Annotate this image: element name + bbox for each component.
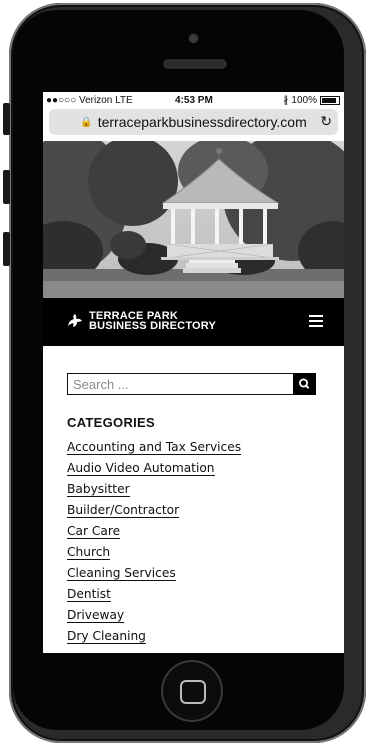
status-right: ∦ 100% bbox=[283, 95, 340, 106]
status-bar: ●●○○○ Verizon LTE 4:53 PM ∦ 100% bbox=[43, 92, 344, 109]
category-link[interactable]: Audio Video Automation bbox=[67, 461, 215, 476]
logo-line2: BUSINESS DIRECTORY bbox=[89, 320, 217, 332]
phone-volume-down bbox=[3, 232, 10, 266]
list-item: Audio Video Automation bbox=[67, 459, 241, 480]
hamburger-menu-icon[interactable] bbox=[309, 315, 323, 327]
list-item: Dry Cleaning bbox=[67, 627, 241, 648]
category-link[interactable]: Dentist bbox=[67, 587, 111, 602]
list-item: Accounting and Tax Services bbox=[67, 438, 242, 459]
search-icon bbox=[299, 378, 310, 389]
site-header: TERRACE PARK BUSINESS DIRECTORY bbox=[43, 298, 344, 346]
site-logo[interactable]: TERRACE PARK BUSINESS DIRECTORY bbox=[65, 311, 217, 332]
address-bar[interactable]: 🔒 terraceparkbusinessdirectory.com ↻ bbox=[49, 109, 338, 135]
list-item: Dentist bbox=[67, 585, 241, 606]
list-item: Car Care bbox=[67, 522, 241, 543]
clock: 4:53 PM bbox=[175, 95, 213, 106]
category-link[interactable]: Dry Cleaning bbox=[67, 629, 146, 644]
carrier-label: ●●○○○ Verizon LTE bbox=[46, 95, 133, 106]
phone-volume-up bbox=[3, 170, 10, 204]
categories-heading: CATEGORIES bbox=[67, 415, 155, 430]
search-form bbox=[67, 373, 316, 395]
list-item: Cleaning Services bbox=[67, 564, 241, 585]
url-text: terraceparkbusinessdirectory.com bbox=[97, 114, 307, 130]
logo-mark-icon bbox=[68, 314, 82, 327]
lock-icon: 🔒 bbox=[80, 116, 93, 128]
battery-percent: 100% bbox=[291, 95, 317, 106]
category-link[interactable]: Driveway bbox=[67, 608, 125, 623]
categories-list: Accounting and Tax Services Audio Video … bbox=[67, 438, 242, 648]
category-link[interactable]: Accounting and Tax Services bbox=[67, 440, 242, 455]
category-link[interactable]: Car Care bbox=[67, 524, 121, 539]
category-link[interactable]: Church bbox=[67, 545, 111, 560]
earpiece-speaker bbox=[162, 58, 228, 70]
bluetooth-icon: ∦ bbox=[283, 95, 289, 106]
phone-mute-switch bbox=[3, 103, 10, 135]
category-link[interactable]: Cleaning Services bbox=[67, 566, 176, 581]
list-item: Babysitter bbox=[67, 480, 241, 501]
reload-icon[interactable]: ↻ bbox=[320, 113, 332, 130]
category-link[interactable]: Builder/Contractor bbox=[67, 503, 180, 518]
list-item: Driveway bbox=[67, 606, 241, 627]
search-button[interactable] bbox=[293, 373, 316, 395]
search-input[interactable] bbox=[68, 374, 300, 394]
battery-icon bbox=[320, 96, 340, 105]
list-item: Church bbox=[67, 543, 241, 564]
front-camera bbox=[188, 33, 199, 44]
home-button[interactable] bbox=[161, 660, 223, 722]
list-item: Builder/Contractor bbox=[67, 501, 241, 522]
site-name: TERRACE PARK BUSINESS DIRECTORY bbox=[89, 311, 217, 332]
hero-gazebo-image bbox=[43, 141, 344, 298]
phone-screen: ●●○○○ Verizon LTE 4:53 PM ∦ 100% 🔒 terra… bbox=[43, 92, 344, 653]
category-link[interactable]: Babysitter bbox=[67, 482, 130, 497]
